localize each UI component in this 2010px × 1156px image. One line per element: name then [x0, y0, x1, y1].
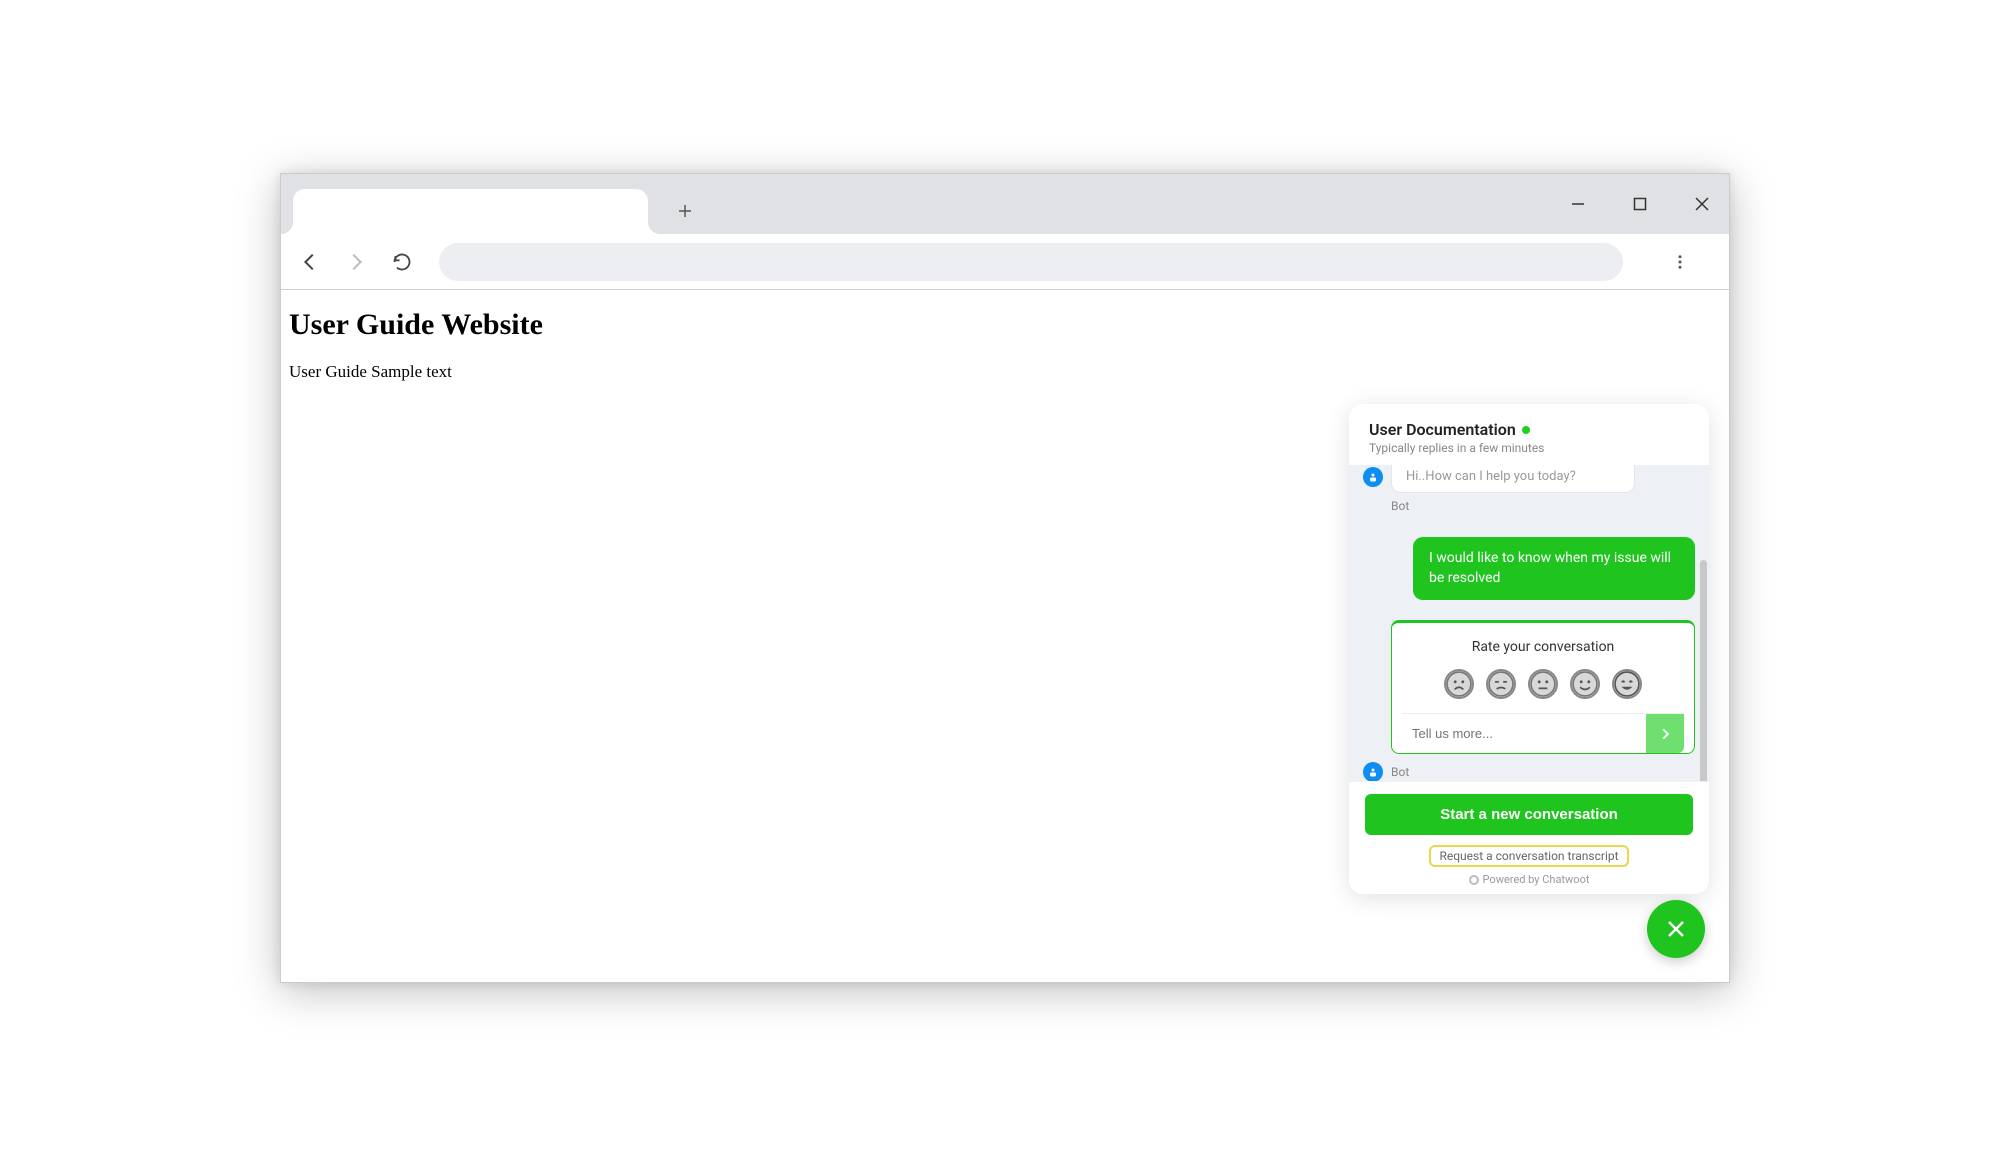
maximize-button[interactable]	[1623, 187, 1657, 221]
window-controls	[1561, 174, 1719, 234]
chatwoot-logo-icon	[1469, 875, 1479, 885]
start-new-conversation-button[interactable]: Start a new conversation	[1365, 794, 1693, 835]
bot-sender-label: Bot	[1391, 499, 1695, 513]
rating-card: Rate your conversation	[1391, 620, 1695, 754]
user-message: I would like to know when my issue will …	[1413, 537, 1695, 600]
bot-sender-label: Bot	[1391, 765, 1409, 779]
feedback-send-button[interactable]	[1646, 714, 1684, 753]
rating-excellent-icon[interactable]	[1612, 669, 1642, 699]
chat-body[interactable]: Hi..How can I help you today? Bot I woul…	[1349, 465, 1709, 781]
browser-menu-button[interactable]	[1661, 243, 1699, 281]
address-bar[interactable]	[439, 243, 1623, 281]
powered-by-label: Powered by Chatwoot	[1365, 873, 1693, 886]
rating-very-bad-icon[interactable]	[1444, 669, 1474, 699]
rating-neutral-icon[interactable]	[1528, 669, 1558, 699]
chat-close-fab[interactable]	[1647, 900, 1705, 958]
page-heading: User Guide Website	[289, 308, 1721, 342]
chat-subtitle: Typically replies in a few minutes	[1369, 441, 1689, 455]
bot-avatar-icon	[1363, 762, 1383, 781]
forward-button[interactable]	[337, 243, 375, 281]
online-status-icon	[1522, 426, 1530, 434]
browser-window: User Guide Website User Guide Sample tex…	[280, 173, 1730, 983]
minimize-button[interactable]	[1561, 187, 1595, 221]
rating-bad-icon[interactable]	[1486, 669, 1516, 699]
page-body-text: User Guide Sample text	[289, 362, 1721, 382]
chat-footer: Start a new conversation Request a conve…	[1349, 781, 1709, 894]
rating-title: Rate your conversation	[1402, 639, 1684, 655]
request-transcript-link[interactable]: Request a conversation transcript	[1429, 845, 1628, 867]
bot-message: Hi..How can I help you today?	[1391, 465, 1635, 493]
rating-emoji-row	[1402, 669, 1684, 699]
rating-good-icon[interactable]	[1570, 669, 1600, 699]
close-window-button[interactable]	[1685, 187, 1719, 221]
chat-title: User Documentation	[1369, 420, 1516, 439]
feedback-input[interactable]	[1402, 714, 1646, 753]
tab-strip	[281, 174, 1729, 234]
chat-widget: User Documentation Typically replies in …	[1349, 404, 1709, 894]
active-tab[interactable]	[293, 189, 648, 234]
scrollbar-thumb[interactable]	[1700, 560, 1707, 781]
reload-button[interactable]	[383, 243, 421, 281]
browser-toolbar	[281, 234, 1729, 290]
new-tab-button[interactable]	[668, 194, 702, 228]
chat-header: User Documentation Typically replies in …	[1349, 404, 1709, 465]
bot-avatar-icon	[1363, 467, 1383, 487]
back-button[interactable]	[291, 243, 329, 281]
